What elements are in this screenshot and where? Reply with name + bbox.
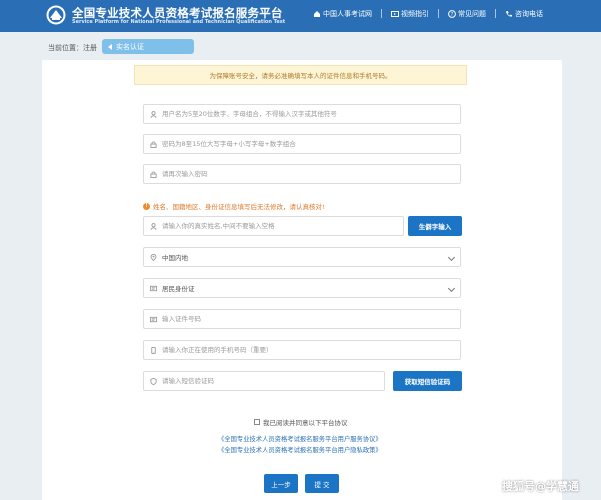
nav-faq-label: 常见问题 (458, 10, 486, 18)
nav-phone-link[interactable]: 咨询电话 (505, 9, 543, 19)
id-number-input[interactable] (162, 315, 460, 323)
get-sms-code-button[interactable]: 获取短信验证码 (393, 371, 462, 391)
identity-warning: ! 姓名、国籍地区、身份证信息填写后无法修改，请认真核对! (143, 201, 325, 211)
breadcrumb: 当前位置：注册 实名认证 (42, 37, 562, 57)
nav-faq-link[interactable]: ? 常见问题 (448, 9, 486, 19)
nav-video-link[interactable]: 视频指引 (391, 9, 429, 19)
nav-divider (381, 9, 382, 18)
svg-text:?: ? (451, 12, 454, 18)
user-icon (150, 110, 157, 118)
top-nav: 中国人事考试网 视频指引 ? 常见问题 咨询电话 (313, 9, 543, 19)
nav-cpta-label: 中国人事考试网 (323, 10, 372, 18)
region-select[interactable]: 中国内地 (143, 247, 461, 267)
prev-step-button[interactable]: 上一步 (264, 474, 298, 493)
lock-icon (150, 140, 157, 148)
breadcrumb-label: 当前位置：注册 (48, 44, 97, 52)
lock-icon (150, 170, 157, 178)
top-header: 全国专业技术人员资格考试报名服务平台 Service Platform for … (0, 0, 601, 32)
video-icon (391, 11, 399, 17)
nav-divider (438, 9, 439, 18)
sms-code-field[interactable] (143, 371, 385, 391)
region-value: 中国内地 (162, 254, 188, 262)
chevron-down-icon (447, 253, 456, 262)
phone-field[interactable] (143, 340, 461, 360)
id-card-icon (150, 285, 157, 291)
nav-cpta-link[interactable]: 中国人事考试网 (313, 9, 372, 19)
user-icon (150, 222, 157, 230)
identity-warning-text: 姓名、国籍地区、身份证信息填写后无法修改，请认真核对! (153, 203, 325, 211)
agreement-checkbox[interactable] (254, 419, 260, 425)
nav-phone-label: 咨询电话 (515, 10, 543, 18)
id-card-icon (150, 316, 157, 322)
registration-panel: 为保障账号安全，请务必准确填写本人的证件信息和手机号码。 ! 姓名、国籍地区、身… (42, 60, 562, 500)
nav-video-label: 视频指引 (401, 10, 429, 18)
rare-char-button[interactable]: 生僻字输入 (408, 216, 462, 236)
password-input[interactable] (162, 140, 460, 148)
question-icon: ? (448, 10, 456, 18)
mobile-phone-icon (151, 346, 156, 354)
phone-input[interactable] (162, 346, 460, 354)
shield-icon (150, 377, 157, 385)
source-watermark: 搜狐号@学慧通 (502, 480, 579, 493)
agreement-checkbox-row[interactable]: 我已阅读并同意以下平台协议 (254, 417, 348, 427)
submit-button[interactable]: 提 交 (305, 474, 339, 493)
id-number-field[interactable] (143, 309, 461, 329)
privacy-policy-link[interactable]: 《全国专业技术人员资格考试报名服务平台用户隐私政策》 (218, 445, 382, 454)
platform-logo-icon (46, 5, 66, 25)
nav-divider (495, 9, 496, 18)
id-type-select[interactable]: 居民身份证 (143, 278, 461, 298)
username-input[interactable] (162, 110, 460, 118)
name-field[interactable] (143, 216, 404, 236)
security-notice: 为保障账号安全，请务必准确填写本人的证件信息和手机号码。 (134, 65, 467, 85)
step-chip-label: 实名认证 (116, 42, 144, 51)
password-confirm-field[interactable] (143, 164, 461, 184)
name-input[interactable] (162, 222, 403, 230)
location-pin-icon (150, 253, 157, 261)
service-agreement-link[interactable]: 《全国专业技术人员资格考试报名服务平台用户服务协议》 (218, 434, 382, 443)
id-type-value: 居民身份证 (162, 285, 195, 293)
agreement-label: 我已阅读并同意以下平台协议 (263, 419, 348, 427)
sms-code-input[interactable] (162, 377, 384, 385)
platform-subtitle: Service Platform for National Profession… (72, 19, 286, 25)
phone-icon (506, 11, 512, 17)
home-icon (314, 11, 320, 17)
pointer-icon (108, 43, 112, 50)
username-field[interactable] (143, 104, 461, 124)
step-chip-realname: 实名认证 (102, 39, 194, 54)
password-field[interactable] (143, 134, 461, 154)
warning-icon: ! (143, 202, 150, 210)
chevron-down-icon (447, 284, 456, 293)
password-confirm-input[interactable] (162, 170, 460, 178)
